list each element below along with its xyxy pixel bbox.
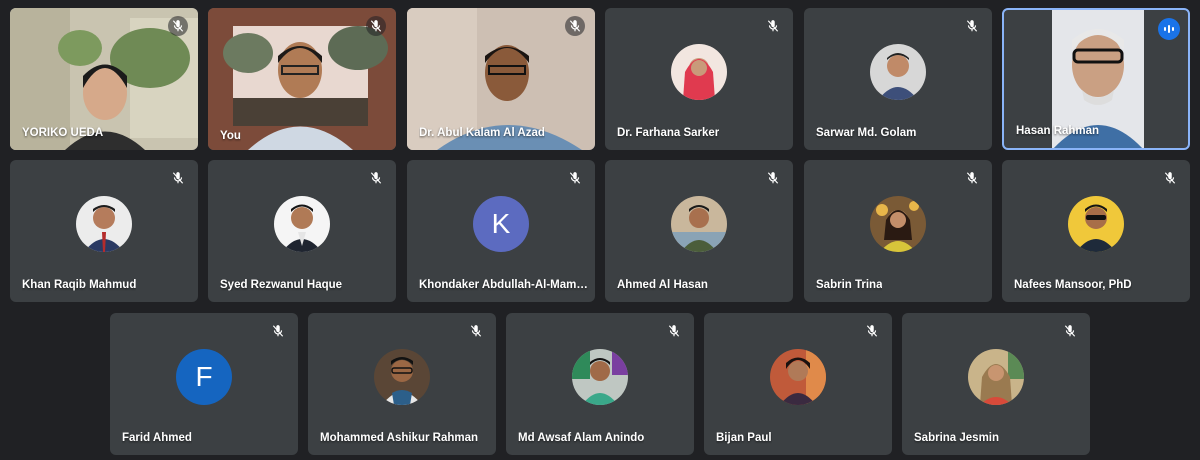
participant-tile-self[interactable]: You bbox=[208, 8, 396, 150]
participant-tile[interactable]: Md Awsaf Alam Anindo bbox=[506, 313, 694, 455]
mic-muted-indicator bbox=[366, 168, 386, 188]
avatar bbox=[572, 348, 628, 405]
participant-tile[interactable]: Syed Rezwanul Haque bbox=[208, 160, 396, 302]
avatar bbox=[968, 348, 1024, 405]
mic-off-icon bbox=[966, 172, 978, 184]
participant-name: Sabrina Jesmin bbox=[914, 432, 1000, 444]
mic-off-icon bbox=[370, 172, 382, 184]
mic-muted-indicator bbox=[763, 168, 783, 188]
participant-tile[interactable]: Sabrin Trina bbox=[804, 160, 992, 302]
avatar bbox=[870, 195, 926, 252]
mic-off-icon bbox=[767, 20, 779, 32]
mic-off-icon bbox=[370, 20, 382, 32]
participant-name: You bbox=[220, 130, 241, 142]
mic-off-icon bbox=[866, 325, 878, 337]
avatar-initial: F bbox=[176, 348, 232, 405]
avatar bbox=[274, 195, 330, 252]
participant-tile-active-speaker[interactable]: Hasan Rahman bbox=[1002, 8, 1190, 150]
participant-name: Khondaker Abdullah-Al-Mamun bbox=[419, 279, 589, 291]
participant-tile[interactable]: Dr. Abul Kalam Al Azad bbox=[407, 8, 595, 150]
mic-muted-indicator bbox=[268, 321, 288, 341]
mic-off-icon bbox=[172, 20, 184, 32]
participant-tile[interactable]: Dr. Farhana Sarker bbox=[605, 8, 793, 150]
participant-tile[interactable]: F Farid Ahmed bbox=[110, 313, 298, 455]
participant-name: Hasan Rahman bbox=[1016, 125, 1100, 137]
participant-tile[interactable]: Nafees Mansoor, PhD bbox=[1002, 160, 1190, 302]
participant-name: Md Awsaf Alam Anindo bbox=[518, 432, 645, 444]
avatar bbox=[870, 43, 926, 100]
participant-tile[interactable]: Ahmed Al Hasan bbox=[605, 160, 793, 302]
participant-name: Syed Rezwanul Haque bbox=[220, 279, 343, 291]
participant-name: Nafees Mansoor, PhD bbox=[1014, 279, 1132, 291]
mic-off-icon bbox=[1164, 172, 1176, 184]
mic-muted-indicator bbox=[862, 321, 882, 341]
mic-off-icon bbox=[1064, 325, 1076, 337]
mic-off-icon bbox=[569, 172, 581, 184]
mic-muted-indicator bbox=[565, 16, 585, 36]
avatar-initial: K bbox=[473, 195, 529, 252]
mic-off-icon bbox=[767, 172, 779, 184]
audio-level-icon bbox=[1164, 25, 1174, 33]
avatar bbox=[76, 195, 132, 252]
mic-muted-indicator bbox=[962, 168, 982, 188]
participant-tile[interactable]: Sarwar Md. Golam bbox=[804, 8, 992, 150]
mic-muted-indicator bbox=[466, 321, 486, 341]
mic-muted-indicator bbox=[168, 168, 188, 188]
mic-muted-indicator bbox=[1160, 168, 1180, 188]
mic-muted-indicator bbox=[168, 16, 188, 36]
mic-muted-indicator bbox=[962, 16, 982, 36]
mic-off-icon bbox=[172, 172, 184, 184]
participant-tile[interactable]: YORIKO UEDA bbox=[10, 8, 198, 150]
mic-off-icon bbox=[569, 20, 581, 32]
participant-tile[interactable]: Bijan Paul bbox=[704, 313, 892, 455]
participant-name: Ahmed Al Hasan bbox=[617, 279, 708, 291]
mic-muted-indicator bbox=[1060, 321, 1080, 341]
participant-tile[interactable]: Sabrina Jesmin bbox=[902, 313, 1090, 455]
avatar bbox=[671, 43, 727, 100]
participant-name: Mohammed Ashikur Rahman bbox=[320, 432, 479, 444]
participant-name: Khan Raqib Mahmud bbox=[22, 279, 137, 291]
participant-name: Dr. Farhana Sarker bbox=[617, 127, 720, 139]
participant-name: Bijan Paul bbox=[716, 432, 772, 444]
participant-tile[interactable]: K Khondaker Abdullah-Al-Mamun bbox=[407, 160, 595, 302]
mic-muted-indicator bbox=[565, 168, 585, 188]
participant-name: Dr. Abul Kalam Al Azad bbox=[419, 127, 545, 139]
avatar bbox=[1068, 195, 1124, 252]
participant-name: Sabrin Trina bbox=[816, 279, 883, 291]
mic-off-icon bbox=[470, 325, 482, 337]
mic-muted-indicator bbox=[664, 321, 684, 341]
mic-off-icon bbox=[272, 325, 284, 337]
mic-off-icon bbox=[966, 20, 978, 32]
avatar bbox=[671, 195, 727, 252]
participant-tile[interactable]: Mohammed Ashikur Rahman bbox=[308, 313, 496, 455]
mic-muted-indicator bbox=[763, 16, 783, 36]
participant-name: YORIKO UEDA bbox=[22, 127, 104, 139]
participant-name: Sarwar Md. Golam bbox=[816, 127, 917, 139]
speaking-indicator bbox=[1158, 18, 1180, 40]
participant-name: Farid Ahmed bbox=[122, 432, 192, 444]
avatar bbox=[770, 348, 826, 405]
mic-muted-indicator bbox=[366, 16, 386, 36]
mic-off-icon bbox=[668, 325, 680, 337]
participant-tile[interactable]: Khan Raqib Mahmud bbox=[10, 160, 198, 302]
avatar bbox=[374, 348, 430, 405]
